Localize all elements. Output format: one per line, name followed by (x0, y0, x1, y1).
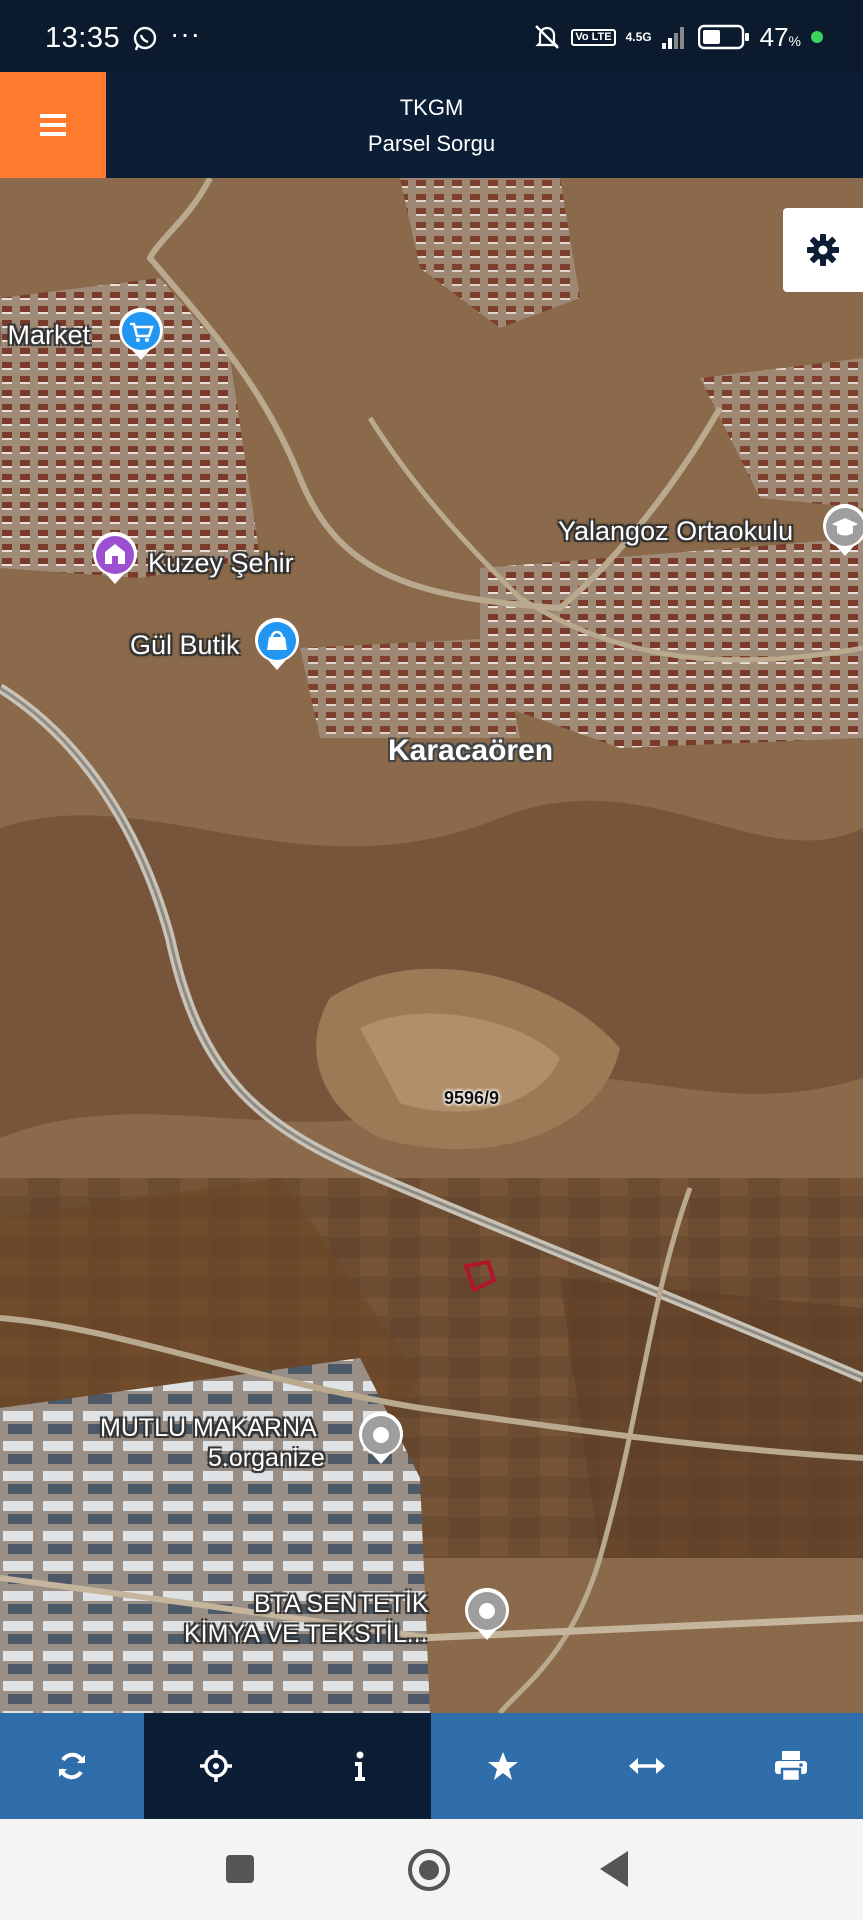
place-icon[interactable] (356, 1410, 406, 1466)
parcel-label[interactable]: 9596/9 (444, 1088, 499, 1109)
shopping-cart-icon[interactable] (116, 306, 166, 362)
battery-icon (697, 24, 749, 50)
mute-icon (535, 25, 560, 49)
poi-label[interactable]: i Market (0, 320, 90, 351)
place-icon[interactable] (462, 1586, 512, 1642)
back-button[interactable] (600, 1851, 628, 1887)
measure-icon (629, 1758, 666, 1774)
school-icon[interactable] (820, 502, 863, 558)
status-bar: 13:35 ··· Vo LTE 4.5G 47% (0, 0, 863, 72)
shopping-bag-icon[interactable] (252, 616, 302, 672)
print-button[interactable] (719, 1713, 863, 1819)
satellite-map[interactable]: i Market Yalangoz Ortaokulu Kuzey Şehir … (0, 178, 863, 1713)
locate-icon (199, 1750, 232, 1782)
signal-icon (661, 27, 684, 49)
info-button[interactable] (287, 1713, 432, 1819)
landmark-icon[interactable] (90, 530, 140, 586)
status-time: 13:35 (45, 22, 121, 54)
measure-button[interactable] (575, 1713, 720, 1819)
app-header: TKGM Parsel Sorgu (0, 72, 863, 178)
refresh-icon (58, 1752, 85, 1780)
battery-percent: 47% (759, 21, 801, 52)
poi-label[interactable]: 5.organize (208, 1444, 325, 1473)
refresh-button[interactable] (0, 1713, 144, 1819)
settings-button[interactable] (783, 208, 863, 292)
bottom-toolbar (0, 1713, 863, 1819)
home-button[interactable] (408, 1849, 450, 1891)
more-notifications-icon: ··· (170, 18, 201, 49)
recents-button[interactable] (226, 1855, 254, 1883)
place-label: Karacaören (388, 734, 554, 767)
system-nav-bar (0, 1819, 863, 1920)
poi-label[interactable]: Yalangoz Ortaokulu (558, 516, 793, 547)
poi-label[interactable]: Kuzey Şehir (148, 548, 294, 579)
parcel-outline[interactable] (462, 1260, 496, 1292)
gear-icon (807, 234, 839, 266)
privacy-indicator (811, 31, 823, 43)
poi-label[interactable]: Gül Butik (130, 630, 240, 661)
favorite-button[interactable] (431, 1713, 576, 1819)
poi-label[interactable]: KİMYA VE TEKSTİL... (184, 1620, 428, 1649)
network-type: 4.5G (625, 30, 652, 44)
star-icon (488, 1752, 519, 1780)
poi-label[interactable]: MUTLU MAKARNA (100, 1414, 317, 1443)
app-subtitle: Parsel Sorgu (367, 131, 496, 156)
app-title: TKGM (399, 95, 464, 120)
poi-label[interactable]: BTA SENTETİK (254, 1590, 429, 1619)
info-icon (354, 1751, 365, 1781)
print-icon (775, 1751, 808, 1782)
map-imagery (0, 178, 863, 1713)
whatsapp-icon (133, 26, 157, 51)
locate-button[interactable] (143, 1713, 288, 1819)
volte-icon: Vo LTE (571, 28, 616, 46)
